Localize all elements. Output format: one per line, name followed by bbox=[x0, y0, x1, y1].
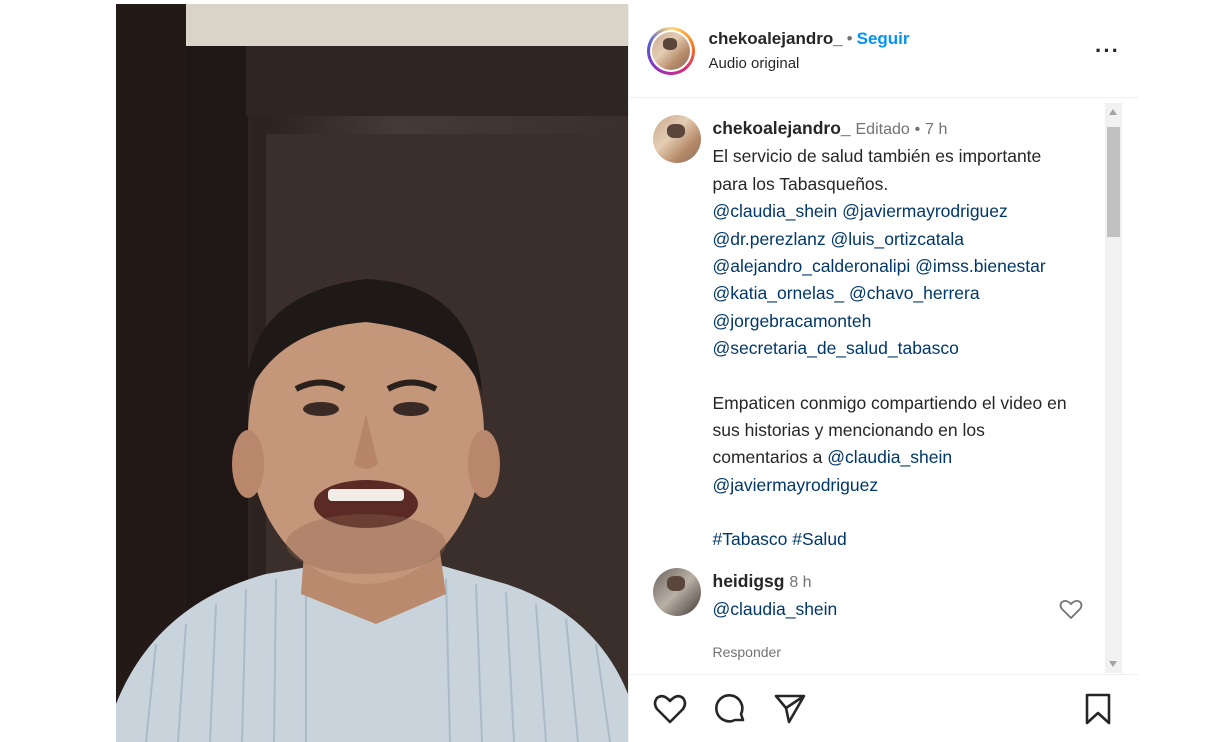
mention-link[interactable]: @imss.bienestar bbox=[915, 256, 1046, 276]
heart-icon[interactable] bbox=[653, 693, 687, 725]
edited-label: Editado bbox=[855, 121, 910, 138]
comment-like-heart-icon[interactable] bbox=[1059, 598, 1083, 625]
mention-link[interactable]: @chavo_herrera bbox=[849, 283, 980, 303]
mention-link[interactable]: @jorgebracamonteh bbox=[713, 311, 872, 331]
mention-link[interactable]: @katia_ornelas_ bbox=[713, 283, 845, 303]
caption-time[interactable]: 7 h bbox=[925, 121, 947, 138]
scroll-down-arrow-icon[interactable] bbox=[1109, 661, 1117, 667]
speaker-figure bbox=[116, 279, 628, 742]
caption-text: El servicio de salud también es importan… bbox=[712, 146, 1042, 194]
mention-link[interactable]: @luis_ortizcatala bbox=[830, 229, 964, 249]
comment-item: heidigsg 8 h @claudia_shein Responder bbox=[629, 554, 1139, 666]
avatar[interactable] bbox=[651, 31, 690, 70]
comment-icon[interactable] bbox=[713, 692, 747, 726]
hashtag-link[interactable]: #Tabasco bbox=[713, 529, 788, 549]
caption-avatar[interactable] bbox=[652, 115, 701, 163]
mention-link[interactable]: @claudia_shein bbox=[827, 447, 952, 467]
mention-link[interactable]: @javiermayrodriguez bbox=[713, 475, 879, 495]
mention-link[interactable]: @secretaria_de_salud_tabasco bbox=[713, 338, 959, 358]
author-username[interactable]: chekoalejandro_ bbox=[709, 29, 843, 48]
caption-username[interactable]: chekoalejandro_ bbox=[713, 118, 851, 138]
caption-mentions: @claudia_shein @javiermayrodriguez @dr.p… bbox=[713, 198, 1073, 362]
commenter-username[interactable]: heidigsg bbox=[713, 571, 785, 591]
reply-button[interactable]: Responder bbox=[713, 639, 838, 666]
commenter-avatar[interactable] bbox=[652, 567, 701, 616]
video-player[interactable] bbox=[116, 4, 628, 742]
post-header: chekoalejandro_ • Seguir Audio original ··… bbox=[628, 4, 1138, 98]
mention-link[interactable]: @alejandro_calderonalipi bbox=[713, 256, 911, 276]
comments-section[interactable]: chekoalejandro_ Editado • 7 h El servici… bbox=[629, 99, 1139, 674]
post-side-panel: chekoalejandro_ • Seguir Audio original ··… bbox=[627, 4, 1139, 742]
comment-mention[interactable]: @claudia_shein bbox=[713, 596, 838, 623]
hashtag-link[interactable]: #Salud bbox=[792, 529, 847, 549]
action-bar bbox=[628, 674, 1138, 742]
comments-scrollbar[interactable] bbox=[1105, 103, 1122, 673]
follow-button[interactable]: Seguir bbox=[857, 29, 910, 48]
scrollbar-thumb[interactable] bbox=[1107, 127, 1120, 237]
caption: chekoalejandro_ Editado • 7 h El servici… bbox=[629, 99, 1139, 554]
mention-link[interactable]: @dr.perezlanz bbox=[713, 229, 826, 249]
bookmark-icon[interactable] bbox=[1084, 692, 1112, 726]
caption-hashtags: #Tabasco #Salud bbox=[713, 526, 1073, 553]
more-horizontal-icon[interactable]: ··· bbox=[1091, 34, 1124, 68]
separator-dot: • bbox=[846, 29, 853, 48]
share-icon[interactable] bbox=[773, 693, 807, 725]
caption-cta: Empaticen conmigo compartiendo el video … bbox=[712, 392, 1067, 495]
instagram-post: chekoalejandro_ • Seguir Audio original ··… bbox=[116, 4, 1138, 742]
mention-link[interactable]: @claudia_shein bbox=[713, 201, 838, 221]
scroll-up-arrow-icon[interactable] bbox=[1109, 109, 1117, 115]
mention-link[interactable]: @javiermayrodriguez bbox=[842, 201, 1008, 221]
story-ring[interactable] bbox=[646, 26, 695, 75]
comment-time[interactable]: 8 h bbox=[789, 574, 811, 591]
audio-label[interactable]: Audio original bbox=[709, 55, 1092, 72]
